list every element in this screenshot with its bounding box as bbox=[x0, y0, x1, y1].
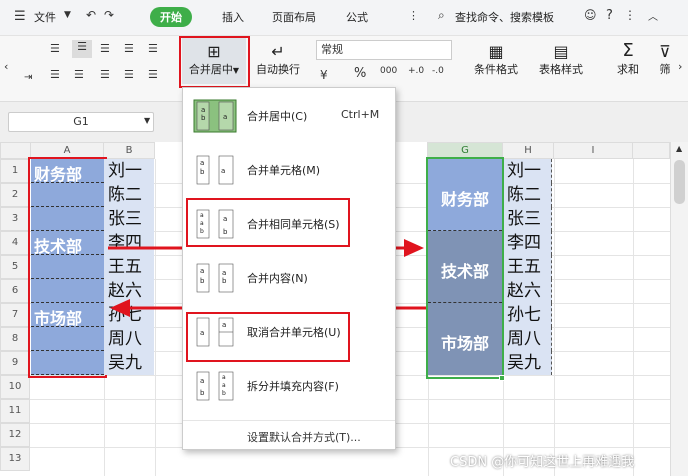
menu-item-label: 合并内容(N) bbox=[247, 272, 308, 285]
merge-dropdown-menu: aba 合并居中(C) Ctrl+M aba 合并单元格(M) aab ab 合… bbox=[182, 87, 396, 450]
menu-item-split-fill[interactable]: ab aab 拆分并填充内容(F) bbox=[183, 362, 395, 409]
menu-item-merge-cells[interactable]: aba 合并单元格(M) bbox=[183, 146, 395, 193]
scroll-thumb[interactable] bbox=[674, 160, 685, 204]
menu-item-shortcut: Ctrl+M bbox=[341, 108, 380, 121]
menu-divider bbox=[183, 420, 395, 421]
menu-item-label: 拆分并填充内容(F) bbox=[247, 380, 339, 393]
svg-text:a: a bbox=[201, 106, 205, 114]
svg-text:b: b bbox=[200, 277, 205, 285]
menu-item-default-merge[interactable]: 设置默认合并方式(T)... bbox=[247, 429, 361, 445]
menu-item-label: 合并居中(C) bbox=[247, 110, 308, 123]
svg-text:b: b bbox=[201, 114, 206, 122]
svg-text:b: b bbox=[200, 168, 205, 176]
svg-text:a: a bbox=[200, 159, 204, 167]
arrow-left-head bbox=[110, 299, 130, 317]
merge-content-icon: ab ab bbox=[196, 263, 234, 293]
watermark: CSDN @你可知这世上再难遇我 bbox=[450, 455, 635, 470]
svg-text:a: a bbox=[221, 167, 225, 175]
svg-text:b: b bbox=[222, 277, 227, 285]
svg-text:a: a bbox=[223, 113, 227, 121]
svg-text:a: a bbox=[222, 374, 226, 381]
svg-text:a: a bbox=[200, 267, 204, 275]
merge-center-icon: ab a bbox=[193, 99, 237, 133]
svg-text:a: a bbox=[222, 269, 226, 277]
split-fill-icon: ab aab bbox=[196, 371, 234, 401]
menu-item-merge-content[interactable]: ab ab 合并内容(N) bbox=[183, 254, 395, 301]
scroll-up-icon[interactable]: ▲ bbox=[676, 144, 682, 153]
menu-item-label: 合并单元格(M) bbox=[247, 164, 321, 177]
svg-text:a: a bbox=[200, 377, 204, 385]
svg-text:a: a bbox=[222, 382, 226, 389]
merge-cells-icon: ab a bbox=[196, 155, 234, 185]
menu-item-merge-center[interactable]: aba 合并居中(C) Ctrl+M bbox=[183, 92, 395, 139]
highlight-merge-button bbox=[179, 36, 250, 88]
highlight-unmerge bbox=[186, 312, 350, 362]
svg-text:b: b bbox=[200, 389, 205, 397]
highlight-merge-same bbox=[186, 198, 350, 247]
svg-text:b: b bbox=[222, 390, 226, 397]
arrow-right-head bbox=[404, 239, 424, 257]
vertical-scrollbar[interactable]: ▲ bbox=[670, 142, 688, 476]
